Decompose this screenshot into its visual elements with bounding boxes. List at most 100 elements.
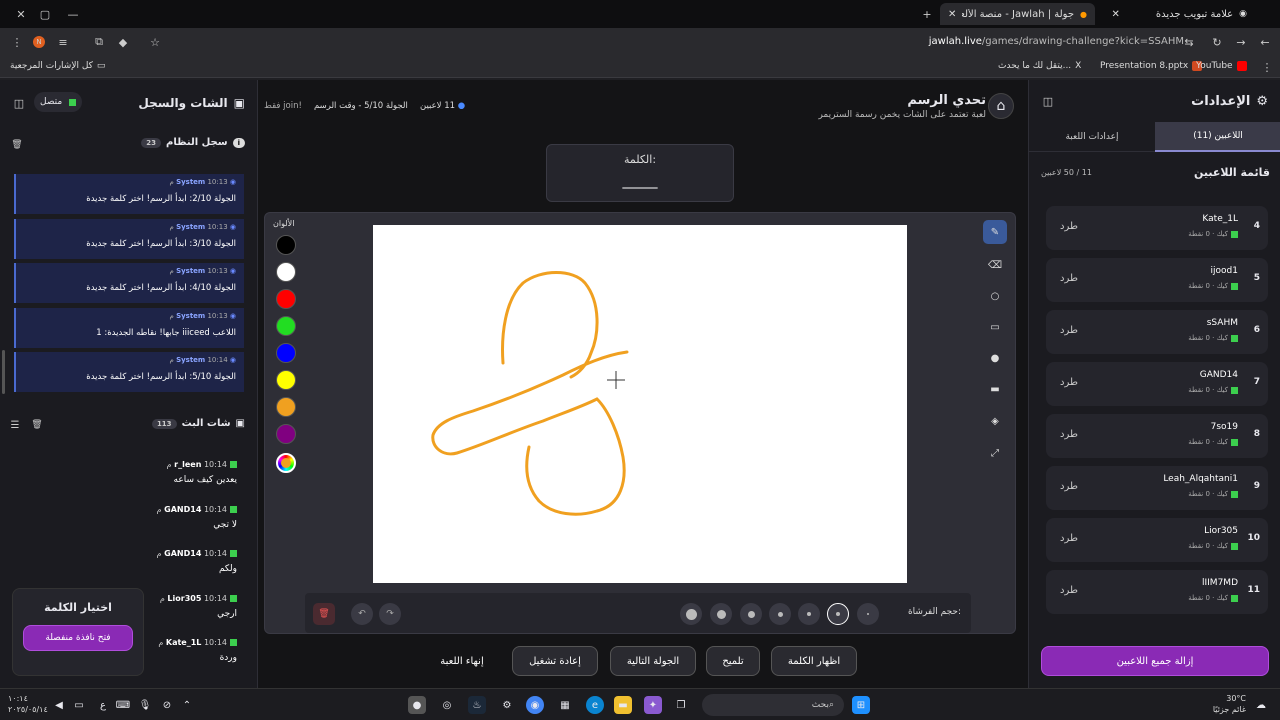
kick-player-button[interactable]: طرد: [1060, 533, 1078, 544]
redo-icon[interactable]: ↷: [379, 603, 401, 625]
brush-size-4[interactable]: [769, 603, 791, 625]
brush-size-3[interactable]: [798, 603, 820, 625]
tab-players[interactable]: اللاعبين (11): [1155, 122, 1280, 152]
hint-button[interactable]: تلميح: [706, 646, 760, 676]
rectangle-tool-icon[interactable]: ▭: [983, 315, 1007, 339]
settings-app-icon[interactable]: ⚙: [498, 696, 516, 714]
next-round-button[interactable]: الجولة التالية: [610, 646, 696, 676]
filter-icon[interactable]: ☰: [6, 416, 24, 434]
kick-player-button[interactable]: طرد: [1060, 429, 1078, 440]
maximize-window-icon[interactable]: ▢: [36, 5, 54, 23]
bookmark-all[interactable]: كل الإشارات المرجعية ▭: [10, 61, 105, 71]
taskbar-search[interactable]: ⌕ بحث: [702, 694, 844, 716]
language-indicator[interactable]: ع: [94, 696, 112, 714]
mic-icon[interactable]: 🎙: [136, 696, 154, 714]
color-swatch[interactable]: [276, 316, 296, 336]
home-icon[interactable]: ⌂: [988, 93, 1014, 119]
tab-jawlah[interactable]: ● جولة | Jawlah - منصة الألعاب الت... ✕: [940, 3, 1095, 25]
steam-icon[interactable]: ♨: [468, 696, 486, 714]
tab-game-settings[interactable]: إعدادات اللعبة: [1029, 122, 1155, 152]
profile-avatar[interactable]: N: [30, 33, 48, 51]
store-icon[interactable]: ▦: [556, 696, 574, 714]
brush-size-7[interactable]: [680, 603, 702, 625]
diamond-icon[interactable]: ◆: [114, 33, 132, 51]
obs-icon[interactable]: ◎: [438, 696, 456, 714]
volume-icon[interactable]: ◀: [50, 696, 68, 714]
taskbar-clock[interactable]: ١٠:١٤ ٢٠٢٥/٠٥/١٤: [8, 693, 48, 715]
kick-player-button[interactable]: طرد: [1060, 325, 1078, 336]
end-game-button[interactable]: إنهاء اللعبة: [426, 646, 498, 676]
drawing-canvas[interactable]: [373, 225, 907, 583]
extensions-icon[interactable]: ⧉: [90, 33, 108, 51]
color-swatch[interactable]: [276, 343, 296, 363]
explorer-icon[interactable]: ▬: [614, 696, 632, 714]
menu-icon[interactable]: ⋮: [8, 33, 26, 51]
kick-player-button[interactable]: طرد: [1060, 377, 1078, 388]
log-scrollbar[interactable]: [2, 350, 5, 394]
open-window-button[interactable]: فتح نافذة منفصلة: [23, 625, 133, 651]
edge-icon[interactable]: e: [586, 696, 604, 714]
keyboard-icon[interactable]: ⌨: [114, 696, 132, 714]
forward-icon[interactable]: →: [1232, 33, 1250, 51]
reload-icon[interactable]: ↻: [1208, 33, 1226, 51]
fill-bucket-tool-icon[interactable]: ◈: [983, 409, 1007, 433]
clear-log-trash-icon[interactable]: 🗑: [8, 136, 26, 154]
undo-icon[interactable]: ↶: [351, 603, 373, 625]
bookmark-star-icon[interactable]: ☆: [146, 33, 164, 51]
new-tab-icon[interactable]: +: [918, 5, 936, 23]
kick-player-button[interactable]: طرد: [1060, 221, 1078, 232]
pencil-tool-icon[interactable]: ✎: [983, 220, 1007, 244]
color-swatch[interactable]: [276, 262, 296, 282]
collapse-left-panel-icon[interactable]: ◫: [10, 94, 28, 112]
custom-color-picker[interactable]: [276, 453, 296, 473]
tray-chevron-icon[interactable]: ⌃: [178, 696, 196, 714]
bookmark-x[interactable]: يتقل لك ما يحدث... X: [998, 61, 1081, 71]
brush-size-6[interactable]: [710, 603, 732, 625]
bot-icon: ◉: [227, 311, 236, 320]
equalizer-icon[interactable]: ≡: [54, 33, 72, 51]
recording-app-icon[interactable]: ●: [408, 696, 426, 714]
clear-chat-trash-icon[interactable]: 🗑: [28, 416, 46, 434]
minimize-window-icon[interactable]: —: [64, 5, 82, 23]
notification-icon[interactable]: ▭: [70, 696, 88, 714]
network-icon[interactable]: ⊘: [158, 696, 176, 714]
color-swatch[interactable]: [276, 370, 296, 390]
collapse-panel-icon[interactable]: ◫: [1039, 92, 1057, 110]
copilot-icon[interactable]: ✦: [644, 696, 662, 714]
clear-canvas-trash-icon[interactable]: 🗑: [313, 603, 335, 625]
kick-player-button[interactable]: طرد: [1060, 481, 1078, 492]
url-field[interactable]: jawlah.live/games/drawing-challenge?kick…: [929, 36, 1184, 47]
brush-size-2[interactable]: [827, 603, 849, 625]
line-tool-icon[interactable]: ⤢: [983, 441, 1007, 465]
color-swatch[interactable]: [276, 397, 296, 417]
filled-circle-tool-icon[interactable]: ●: [983, 346, 1007, 370]
circle-tool-icon[interactable]: ○: [983, 284, 1007, 308]
start-icon[interactable]: ⊞: [852, 696, 870, 714]
kick-icon: [1231, 282, 1238, 290]
kick-player-button[interactable]: طرد: [1060, 585, 1078, 596]
color-swatch[interactable]: [276, 289, 296, 309]
bookmark-youtube[interactable]: YouTube: [1196, 61, 1247, 71]
site-settings-icon[interactable]: ⇆: [1180, 33, 1198, 51]
brush-size-5[interactable]: [740, 603, 762, 625]
close-window-icon[interactable]: ✕: [12, 5, 30, 23]
eraser-tool-icon[interactable]: ⌫: [983, 253, 1007, 277]
kick-player-button[interactable]: طرد: [1060, 273, 1078, 284]
brush-size-1[interactable]: [857, 603, 879, 625]
chrome-icon[interactable]: ◉: [526, 696, 544, 714]
tab-close-icon[interactable]: ✕: [948, 9, 956, 20]
tab-new[interactable]: ◉ علامة تبويب جديدة ✕: [1100, 3, 1255, 25]
color-swatch[interactable]: [276, 235, 296, 255]
weather[interactable]: 30°C غائم جزئيًا: [1213, 693, 1246, 715]
bookmark-overflow-icon[interactable]: ⋮: [1258, 58, 1276, 76]
color-swatch[interactable]: [276, 424, 296, 444]
url-host: jawlah.live: [928, 36, 982, 47]
back-icon[interactable]: ←: [1256, 33, 1274, 51]
remove-all-players-button[interactable]: إزالة جميع اللاعبين: [1041, 646, 1269, 676]
taskview-icon[interactable]: ❐: [672, 696, 690, 714]
tab-close-icon[interactable]: ✕: [1111, 9, 1119, 20]
restart-button[interactable]: إعادة تشغيل: [512, 646, 598, 676]
filled-rectangle-tool-icon[interactable]: ▬: [983, 377, 1007, 401]
bookmark-presentation[interactable]: Presentation 8.pptx: [1100, 61, 1203, 71]
show-word-button[interactable]: اظهار الكلمة: [771, 646, 857, 676]
